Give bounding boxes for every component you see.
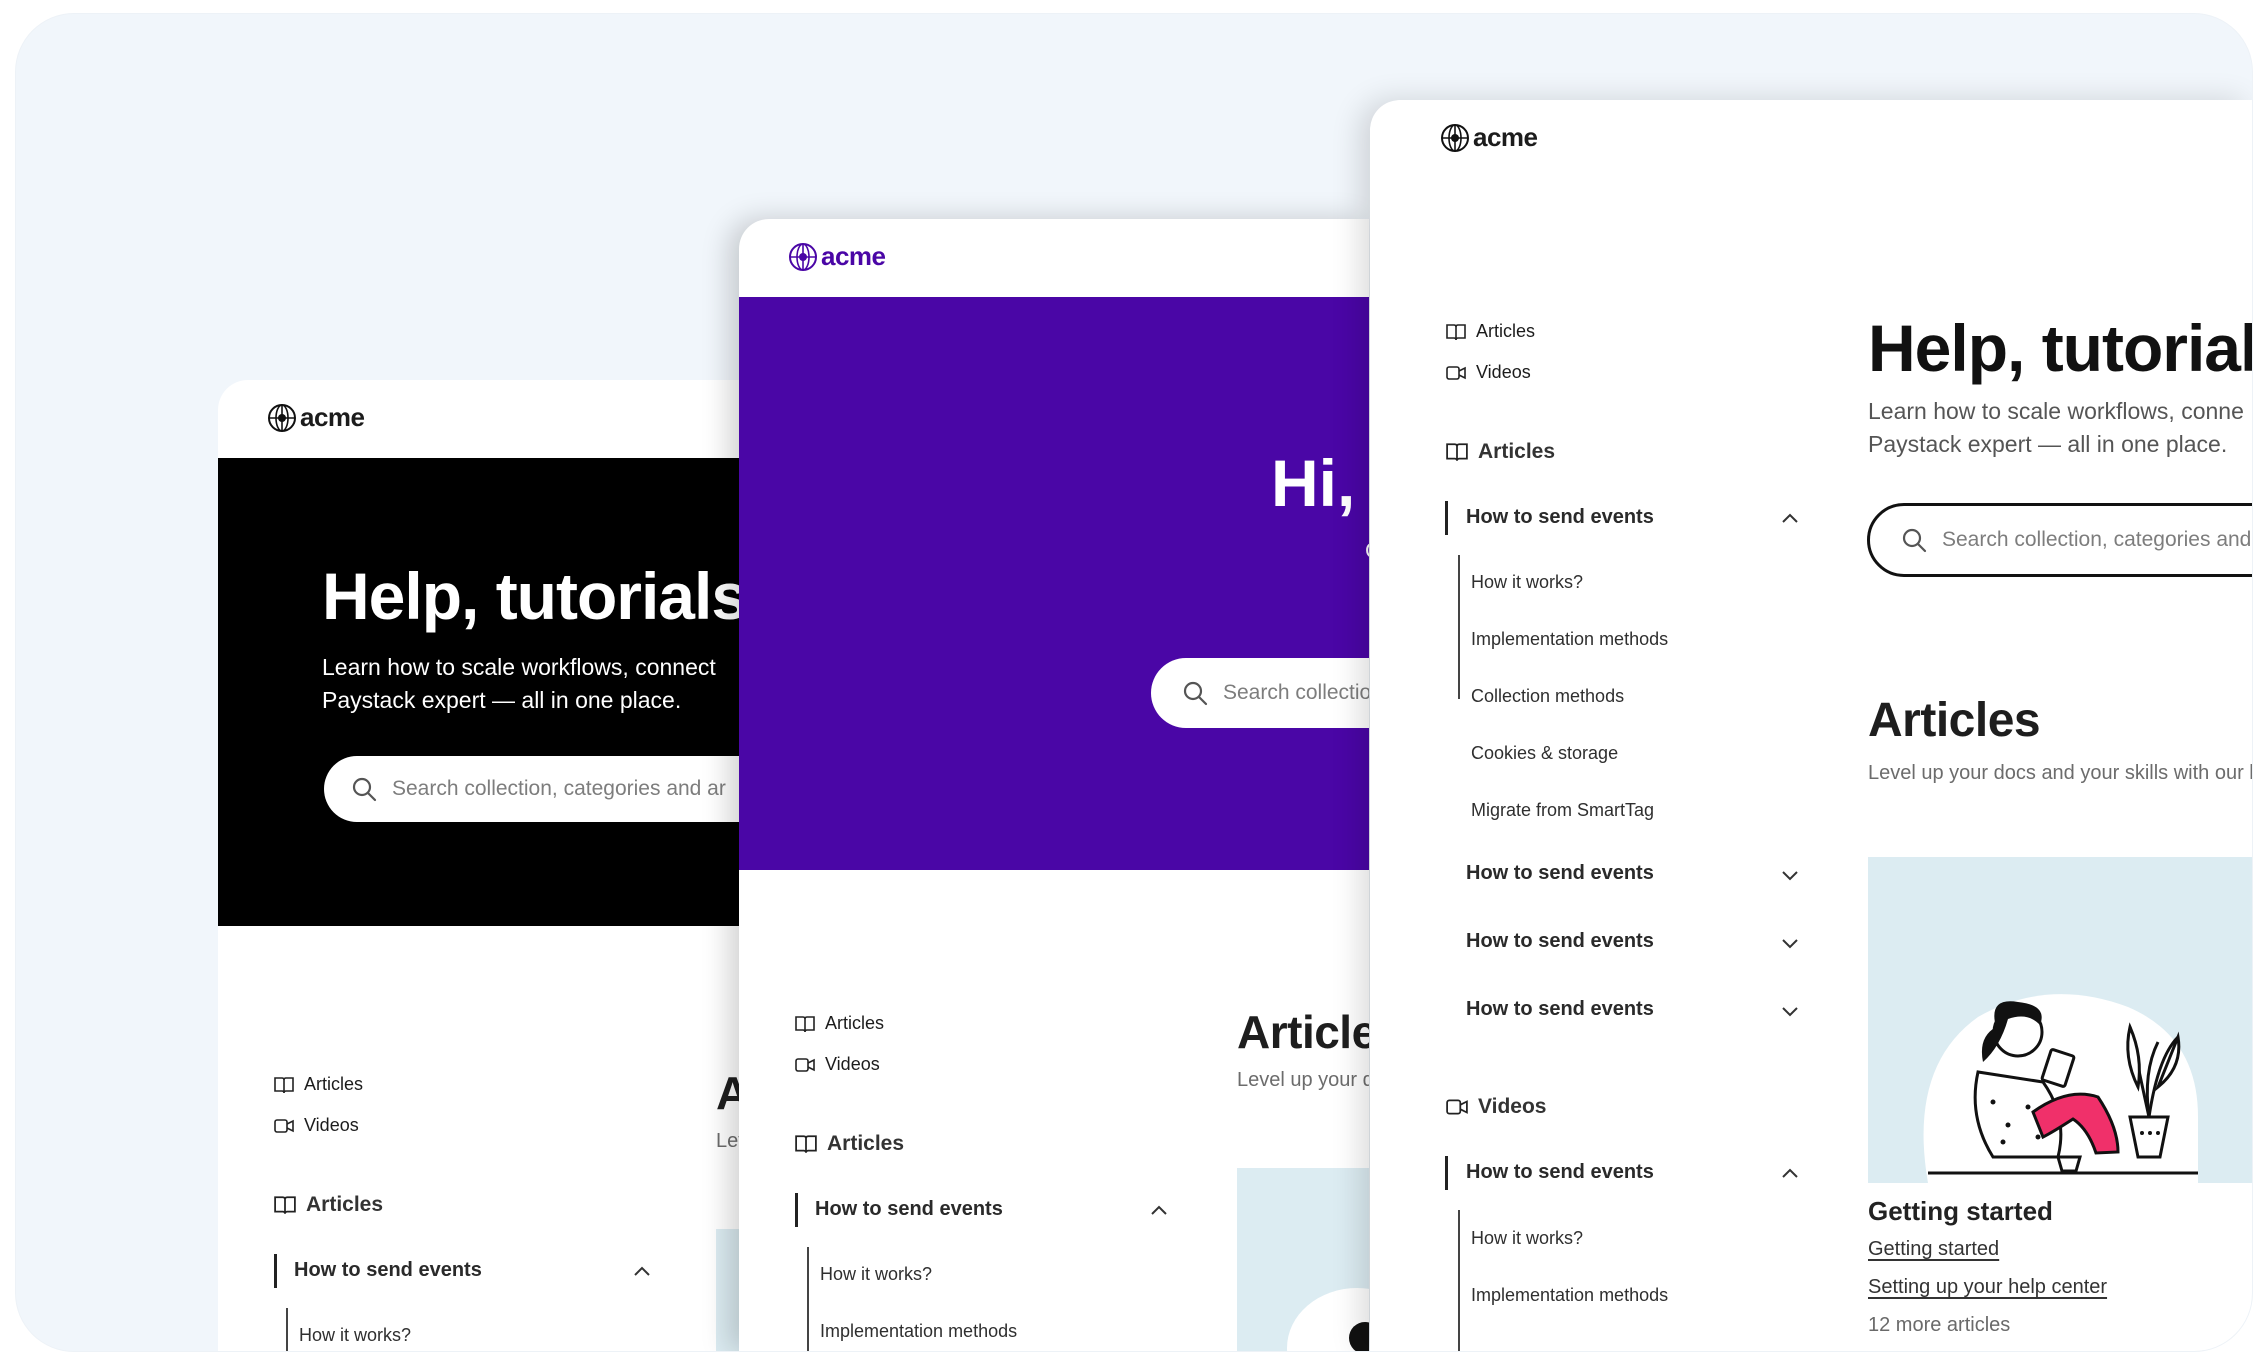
active-indicator [1445,1156,1448,1190]
globe-logo-icon [1441,123,1469,152]
nav-videos[interactable]: Videos [795,1054,880,1075]
globe-logo-icon [789,242,817,271]
group-how-to-send-events[interactable]: How to send events [1466,998,1654,1021]
help-center-purple-theme: acme Hi, I Ge Search collectio Articles … [739,219,1369,1351]
page-subtitle-line2: Paystack expert — all in one place. [1868,431,2228,457]
video-icon [1446,365,1466,380]
article-card[interactable] [1237,1168,1369,1351]
sub-indicator [1458,1210,1460,1351]
sub-item-implementation-methods[interactable]: Implementation methods [1471,629,1668,650]
group-video-how-to-send-events[interactable]: How to send events [1466,1161,1654,1184]
articles-subheading: Level up your docs and your skills with … [1868,762,2252,784]
nav-articles[interactable]: Articles [274,1074,363,1095]
sub-indicator [807,1247,809,1351]
brand-logo[interactable]: acme [267,402,365,433]
brand-name: acme [1473,122,1538,152]
nav-articles[interactable]: Articles [1446,321,1535,342]
chevron-down-icon[interactable] [1780,936,1800,950]
page-title: Help, tutorial [1868,311,2252,385]
articles-subheading: Level up your doc [1237,1069,1369,1091]
globe-logo-icon [268,403,296,432]
articles-heading: Articles [1237,1006,1369,1058]
sub-item-how-it-works[interactable]: How it works? [299,1325,411,1346]
book-icon [274,1076,294,1093]
hero-banner: Help, tutorials Learn how to scale workf… [218,458,740,926]
search-input[interactable]: Search collection, categories and ar [324,756,740,822]
brand-name: acme [821,241,886,271]
video-icon [1446,1099,1468,1115]
book-icon [1446,323,1466,340]
chevron-up-icon[interactable] [1780,1166,1800,1180]
brand-logo[interactable]: acme [788,241,886,272]
search-input[interactable]: Search collection, categories and [1867,503,2252,577]
search-icon [1902,528,1927,553]
help-center-dark-theme: acme Help, tutorials Learn how to scale … [218,380,740,1351]
search-icon [1183,681,1208,706]
brand-logo[interactable]: acme [1440,122,1538,153]
articles-subheading: Leve [716,1130,740,1152]
card-more-articles[interactable]: 12 more articles [1868,1314,2010,1337]
card-link-setting-up-help-center[interactable]: Setting up your help center [1868,1276,2107,1299]
section-articles-header[interactable]: Articles [1446,440,1555,464]
articles-heading: Articles [1868,694,2041,747]
section-videos-header[interactable]: Videos [1446,1095,1546,1119]
article-card-illustration[interactable] [1868,857,2252,1183]
group-how-to-send-events[interactable]: How to send events [294,1259,482,1282]
hero-banner: Hi, I Ge Search collectio [739,297,1369,870]
active-indicator [274,1254,277,1288]
hero-subtitle-line1: Learn how to scale workflows, connect [322,654,716,680]
book-icon [1446,443,1468,461]
article-card[interactable] [716,1229,740,1351]
hero-title: Help, tutorials [322,559,740,633]
chevron-down-icon[interactable] [1780,1004,1800,1018]
sub-item-migrate-smarttag[interactable]: Migrate from SmartTag [1471,800,1654,821]
nav-videos[interactable]: Videos [1446,362,1531,383]
card-link-getting-started[interactable]: Getting started [1868,1238,1999,1261]
card-title: Getting started [1868,1196,2053,1226]
sub-indicator [1458,555,1460,699]
section-articles-header[interactable]: Articles [795,1132,904,1156]
sub-item-implementation-methods[interactable]: Implementation methods [1471,1285,1668,1306]
search-placeholder: Search collection, categories and [1942,528,2252,551]
articles-heading: Ar [716,1067,740,1119]
sub-item-implementation-methods[interactable]: Implementation methods [820,1321,1017,1342]
chevron-up-icon[interactable] [632,1264,652,1278]
illustration-reader-icon [1287,1288,1369,1351]
chevron-down-icon[interactable] [1780,868,1800,882]
group-how-to-send-events[interactable]: How to send events [1466,862,1654,885]
hero-subtitle: Ge [1365,538,1369,564]
book-icon [795,1135,817,1153]
sub-indicator [286,1308,288,1351]
reading-person-icon [1923,994,2198,1183]
book-icon [274,1196,296,1214]
chevron-up-icon[interactable] [1780,511,1800,525]
nav-articles[interactable]: Articles [795,1013,884,1034]
sub-item-how-it-works[interactable]: How it works? [1471,1228,1583,1249]
group-how-to-send-events-open[interactable]: How to send events [1466,506,1654,529]
section-articles-header[interactable]: Articles [274,1193,383,1217]
book-icon [795,1015,815,1032]
active-indicator [795,1193,798,1227]
sub-item-how-it-works[interactable]: How it works? [1471,572,1583,593]
brand-name: acme [300,402,365,432]
showcase-background: acme Help, tutorials Learn how to scale … [16,14,2252,1351]
search-icon [352,777,377,802]
sub-item-collection-methods[interactable]: Collection methods [1471,686,1624,707]
search-placeholder: Search collection, categories and ar [392,777,726,800]
group-how-to-send-events[interactable]: How to send events [1466,930,1654,953]
help-center-light-theme: acme Articles Videos Articles How to sen… [1370,100,2252,1351]
page-subtitle-line1: Learn how to scale workflows, conne [1868,398,2244,424]
group-how-to-send-events[interactable]: How to send events [815,1198,1003,1221]
nav-videos[interactable]: Videos [274,1115,359,1136]
sub-item-how-it-works[interactable]: How it works? [820,1264,932,1285]
hero-title: Hi, I [1271,446,1369,520]
chevron-up-icon[interactable] [1149,1203,1169,1217]
hero-subtitle-line2: Paystack expert — all in one place. [322,687,682,713]
search-input[interactable]: Search collectio [1151,658,1369,728]
active-indicator [1445,501,1448,535]
sub-item-cookies-storage[interactable]: Cookies & storage [1471,743,1618,764]
search-placeholder: Search collectio [1223,681,1369,704]
video-icon [795,1057,815,1072]
video-icon [274,1118,294,1133]
